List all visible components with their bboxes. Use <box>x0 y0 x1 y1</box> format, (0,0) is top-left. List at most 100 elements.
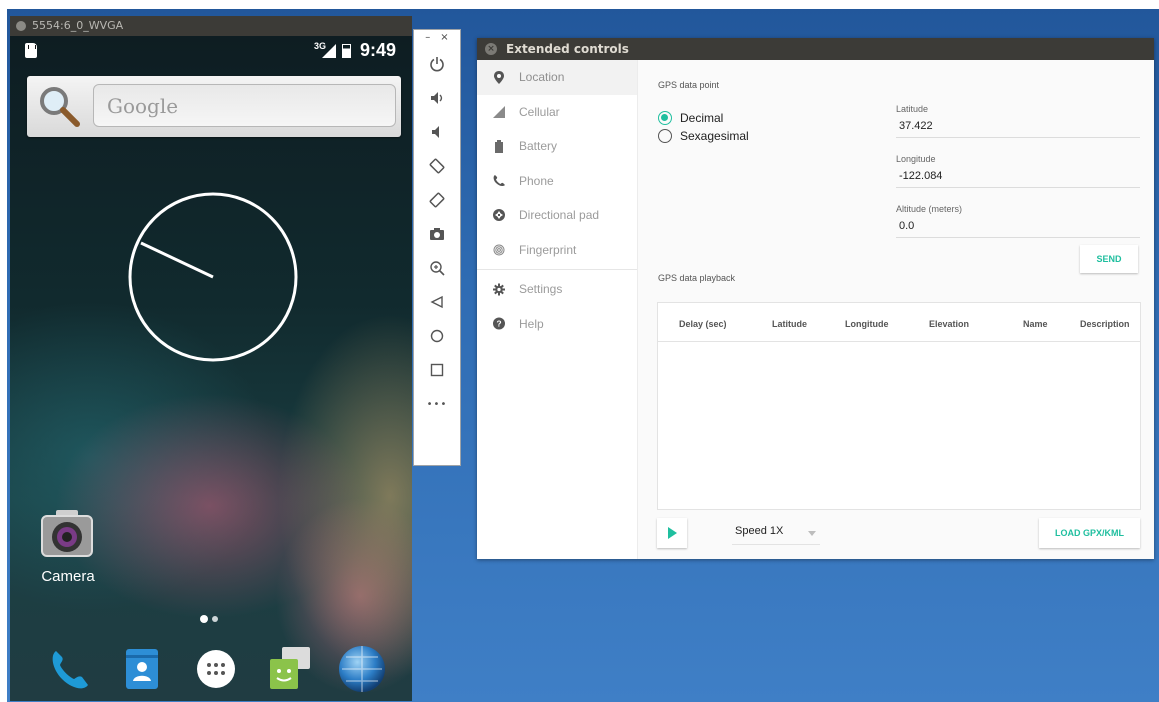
latitude-input[interactable]: 37.422 <box>896 120 1140 138</box>
nav-item-phone[interactable]: Phone <box>477 164 637 199</box>
nav-item-fingerprint[interactable]: Fingerprint <box>477 233 637 268</box>
search-icon[interactable] <box>37 84 81 128</box>
altitude-input[interactable]: 0.0 <box>896 220 1140 238</box>
radio-sexagesimal[interactable]: Sexagesimal <box>658 129 749 143</box>
longitude-field[interactable]: Longitude -122.084 <box>896 154 1140 188</box>
column-header-name[interactable]: Name <box>1023 319 1048 329</box>
google-search-widget[interactable]: Google <box>27 76 401 137</box>
phone-icon[interactable] <box>44 643 96 695</box>
column-header-elevation[interactable]: Elevation <box>929 319 969 329</box>
radio-label: Sexagesimal <box>680 129 749 143</box>
nav-label: Help <box>519 316 544 331</box>
toolbar-window-controls: – × <box>414 30 460 47</box>
radio-button-checked[interactable] <box>658 111 672 125</box>
back-icon <box>430 295 443 309</box>
altitude-field[interactable]: Altitude (meters) 0.0 <box>896 204 1140 238</box>
rotate-left-icon <box>429 158 445 174</box>
nav-label: Settings <box>519 282 563 297</box>
radio-decimal[interactable]: Decimal <box>658 111 723 125</box>
volume-up-button[interactable] <box>414 81 460 115</box>
nav-label: Directional pad <box>519 208 600 223</box>
app-drawer-icon[interactable] <box>190 643 242 695</box>
nav-label: Location <box>519 70 565 85</box>
nav-item-cellular[interactable]: Cellular <box>477 95 637 130</box>
camera-icon <box>41 510 93 557</box>
zoom-button[interactable] <box>414 251 460 285</box>
fingerprint-icon <box>493 244 505 256</box>
gps-playback-table[interactable]: Delay (sec) Latitude Longitude Elevation… <box>657 302 1141 510</box>
gps-data-playback-heading: GPS data playback <box>658 273 736 283</box>
radio-button[interactable] <box>658 129 672 143</box>
dock <box>36 643 396 699</box>
analog-clock-widget[interactable] <box>127 191 299 363</box>
latitude-label: Latitude <box>896 104 929 114</box>
messaging-icon[interactable] <box>264 643 316 695</box>
power-icon <box>430 57 444 72</box>
volume-down-button[interactable] <box>414 115 460 149</box>
nav-label: Fingerprint <box>519 242 577 257</box>
extended-controls-window: × Extended controls Location Cellular Ba… <box>477 38 1154 559</box>
speed-dropdown[interactable]: Speed 1X <box>732 525 820 545</box>
nav-item-help[interactable]: ? Help <box>477 307 637 342</box>
rotate-right-icon <box>429 192 445 208</box>
nav-label: Phone <box>519 173 554 188</box>
device-screen[interactable]: 3G 9:49 Google Camera <box>10 36 412 701</box>
nav-item-location[interactable]: Location <box>477 60 637 95</box>
contacts-icon[interactable] <box>116 643 168 695</box>
table-header-row: Delay (sec) Latitude Longitude Elevation… <box>658 303 1140 342</box>
overview-button[interactable] <box>414 353 460 387</box>
page-indicator <box>200 615 218 623</box>
signal-icon <box>322 44 336 58</box>
close-button[interactable]: × <box>440 30 448 47</box>
column-header-latitude[interactable]: Latitude <box>772 319 807 329</box>
battery-icon <box>342 44 351 58</box>
emulator-titlebar: 5554:6_0_WVGA <box>10 16 412 36</box>
camera-icon <box>430 228 444 240</box>
nav-item-settings[interactable]: Settings <box>477 272 637 307</box>
column-header-description[interactable]: Description <box>1080 319 1130 329</box>
minimize-button[interactable]: – <box>425 30 430 47</box>
browser-icon[interactable] <box>336 643 388 695</box>
rotate-right-button[interactable] <box>414 183 460 217</box>
emulator-title: 5554:6_0_WVGA <box>32 19 124 32</box>
nav-item-directional-pad[interactable]: Directional pad <box>477 198 637 233</box>
load-gpx-kml-button[interactable]: LOAD GPX/KML <box>1039 518 1140 548</box>
column-header-longitude[interactable]: Longitude <box>845 319 889 329</box>
gps-data-point-heading: GPS data point <box>658 80 720 90</box>
battery-icon <box>493 139 505 153</box>
emulator-window: 5554:6_0_WVGA 3G 9:49 Google Camera <box>10 16 412 701</box>
zoom-icon <box>430 261 445 276</box>
window-close-icon[interactable] <box>16 21 26 31</box>
volume-down-icon <box>432 126 439 138</box>
more-icon: ••• <box>426 398 448 410</box>
rotate-left-button[interactable] <box>414 149 460 183</box>
location-panel: GPS data point Decimal Sexagesimal Latit… <box>638 60 1154 559</box>
search-input[interactable]: Google <box>93 84 396 127</box>
send-button[interactable]: SEND <box>1080 245 1138 273</box>
camera-app-shortcut[interactable]: Camera <box>36 508 106 585</box>
play-button[interactable] <box>657 518 687 548</box>
latitude-field[interactable]: Latitude 37.422 <box>896 104 1140 138</box>
nav-divider <box>477 269 637 270</box>
nav-item-battery[interactable]: Battery <box>477 129 637 164</box>
chevron-down-icon <box>808 531 816 536</box>
screenshot-button[interactable] <box>414 217 460 251</box>
longitude-label: Longitude <box>896 154 936 164</box>
status-time: 9:49 <box>360 40 397 60</box>
window-title: Extended controls <box>506 42 629 56</box>
nav-label: Battery <box>519 139 558 154</box>
playback-controls: Speed 1X LOAD GPX/KML <box>657 518 1141 552</box>
back-button[interactable] <box>414 285 460 319</box>
more-button[interactable]: ••• <box>414 387 460 421</box>
signal-icon <box>493 105 505 118</box>
phone-icon <box>493 174 505 187</box>
overview-icon <box>430 363 444 377</box>
home-button[interactable] <box>414 319 460 353</box>
close-icon[interactable]: × <box>485 43 497 55</box>
column-header-delay[interactable]: Delay (sec) <box>679 319 727 329</box>
page-dot-active <box>200 615 208 623</box>
extended-controls-titlebar: × Extended controls <box>477 38 1154 60</box>
longitude-input[interactable]: -122.084 <box>896 170 1140 188</box>
status-bar: 3G 9:49 <box>10 36 412 66</box>
power-button[interactable] <box>414 47 460 81</box>
